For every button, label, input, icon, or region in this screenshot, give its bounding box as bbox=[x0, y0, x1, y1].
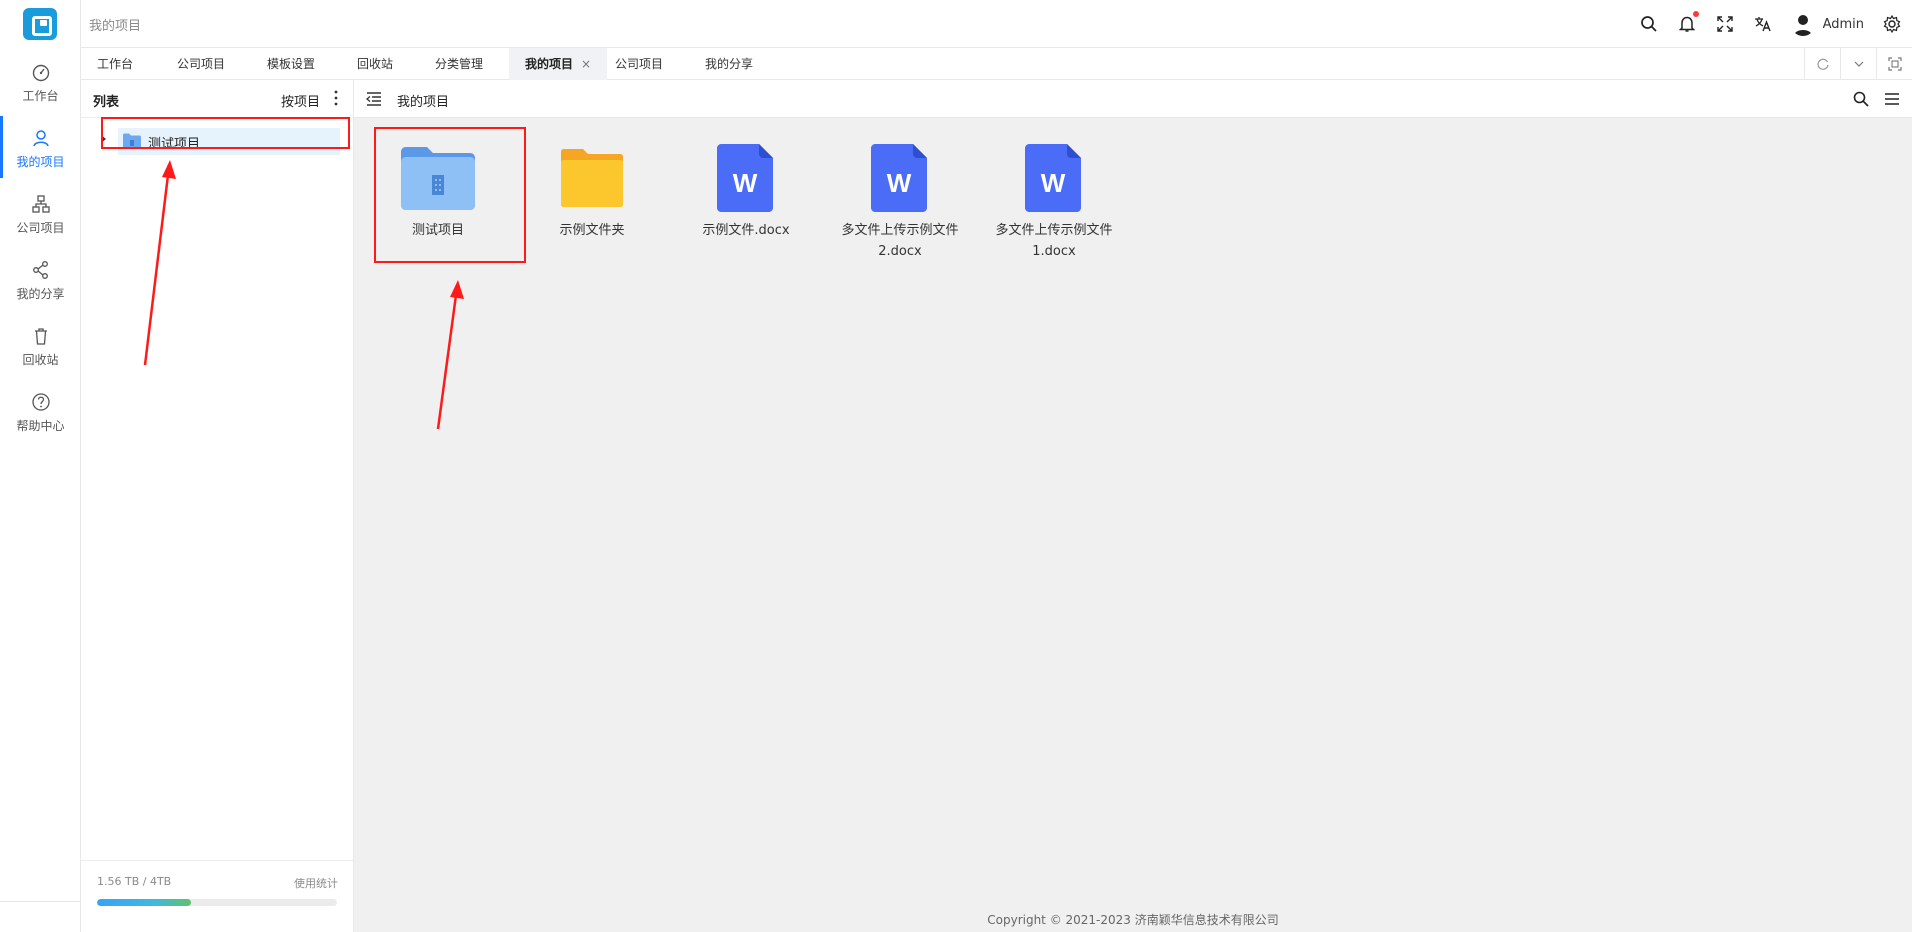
file-item-upload-example-2[interactable]: W 多文件上传示例文件2.docx bbox=[830, 142, 970, 262]
list-title: 列表 bbox=[93, 95, 120, 110]
file-item-upload-example-1[interactable]: W 多文件上传示例文件1.docx bbox=[984, 142, 1124, 262]
word-document-icon: W bbox=[1025, 144, 1081, 212]
list-view-icon[interactable] bbox=[1884, 91, 1900, 107]
file-browser-header: 我的项目 bbox=[354, 80, 1912, 118]
file-browser: 我的项目 测试项目 示例文件夹 W 示例文件.docx W 多文件上传示例文件2… bbox=[354, 80, 1912, 932]
tab-label: 分类管理 bbox=[435, 57, 484, 71]
svg-text:W: W bbox=[733, 168, 758, 198]
tab-label: 回收站 bbox=[357, 57, 394, 71]
storage-progress-fill bbox=[97, 899, 191, 906]
file-item-example-docx[interactable]: W 示例文件.docx bbox=[676, 142, 816, 241]
tab-recycle-bin[interactable]: 回收站 bbox=[341, 48, 409, 80]
more-vertical-icon[interactable] bbox=[332, 89, 340, 107]
copyright-text: Copyright © 2021-2023 济南颖华信息技术有限公司 bbox=[987, 913, 1279, 927]
chevron-down-icon bbox=[1854, 61, 1863, 67]
tab-label: 公司项目 bbox=[177, 57, 226, 71]
usage-stats-link[interactable]: 使用统计 bbox=[294, 875, 338, 891]
list-header: 列表 按项目 bbox=[81, 80, 354, 118]
rail-item-label: 我的分享 bbox=[16, 287, 65, 301]
tab-company-projects[interactable]: 公司项目 bbox=[161, 48, 241, 80]
tab-tools bbox=[1804, 48, 1912, 80]
word-document-icon: W bbox=[871, 144, 927, 212]
tabs-bar: 工作台 公司项目 模板设置 回收站 分类管理 我的项目 × 公司项目 我的分享 bbox=[81, 48, 1912, 80]
maximize-button[interactable] bbox=[1876, 48, 1912, 80]
storage-usage: 1.56 TB / 4TB 使用统计 bbox=[81, 860, 354, 932]
app-logo[interactable] bbox=[23, 8, 57, 40]
tab-label: 模板设置 bbox=[267, 57, 316, 71]
rail-item-my-projects[interactable]: 我的项目 bbox=[0, 116, 81, 178]
bell-icon bbox=[1678, 16, 1695, 32]
refresh-button[interactable] bbox=[1804, 48, 1840, 80]
collapse-sidebar-icon[interactable] bbox=[366, 91, 382, 107]
notification-dot bbox=[1692, 11, 1699, 17]
tab-label: 我的项目 bbox=[525, 57, 574, 71]
tab-label: 我的分享 bbox=[705, 57, 754, 71]
header-actions: Admin bbox=[1639, 10, 1902, 38]
refresh-icon bbox=[1817, 58, 1829, 70]
word-document-icon: W bbox=[717, 144, 773, 212]
close-icon[interactable]: × bbox=[581, 57, 591, 71]
rail-item-label: 我的项目 bbox=[16, 155, 65, 169]
tab-workbench[interactable]: 工作台 bbox=[81, 48, 149, 80]
translate-icon[interactable] bbox=[1753, 14, 1773, 34]
top-header: 我的项目 Admin bbox=[81, 0, 1912, 48]
fullscreen-icon[interactable] bbox=[1715, 14, 1735, 34]
rail-item-company-projects[interactable]: 公司项目 bbox=[0, 182, 81, 244]
sort-by-project-button[interactable]: 按项目 bbox=[281, 91, 320, 110]
tab-category-management[interactable]: 分类管理 bbox=[419, 48, 499, 80]
help-icon bbox=[31, 393, 50, 411]
tab-dropdown-button[interactable] bbox=[1840, 48, 1876, 80]
file-name: 多文件上传示例文件1.docx bbox=[995, 223, 1113, 259]
share-icon bbox=[32, 261, 48, 279]
storage-progress-bar bbox=[97, 899, 337, 906]
page-title: 我的项目 bbox=[397, 95, 450, 110]
org-chart-icon bbox=[31, 195, 50, 213]
rail-divider bbox=[0, 901, 81, 902]
rail-item-label: 工作台 bbox=[22, 89, 59, 103]
tab-template-settings[interactable]: 模板设置 bbox=[251, 48, 331, 80]
notification-bell[interactable] bbox=[1677, 11, 1699, 34]
svg-text:W: W bbox=[887, 168, 912, 198]
file-name: 示例文件夹 bbox=[559, 223, 625, 238]
file-name: 多文件上传示例文件2.docx bbox=[841, 223, 959, 259]
rail-item-help-center[interactable]: 帮助中心 bbox=[0, 380, 81, 442]
tab-my-projects[interactable]: 我的项目 × bbox=[509, 48, 608, 80]
tab-label: 公司项目 bbox=[615, 57, 664, 71]
svg-text:W: W bbox=[1041, 168, 1066, 198]
highlight-box bbox=[101, 117, 350, 149]
avatar[interactable] bbox=[1791, 12, 1815, 36]
tab-company-projects-2[interactable]: 公司项目 bbox=[599, 48, 679, 80]
storage-size-text: 1.56 TB / 4TB bbox=[97, 875, 172, 888]
project-list-panel: 列表 按项目 测试项目 1.56 TB / 4TB 使用统计 bbox=[81, 80, 354, 932]
folder-icon bbox=[561, 149, 623, 207]
maximize-icon bbox=[1887, 57, 1902, 71]
search-icon[interactable] bbox=[1639, 14, 1659, 34]
tab-label: 工作台 bbox=[97, 57, 134, 71]
breadcrumb: 我的项目 bbox=[89, 19, 142, 34]
rail-item-label: 帮助中心 bbox=[16, 419, 65, 433]
dashboard-icon bbox=[32, 64, 49, 82]
rail-item-recycle-bin[interactable]: 回收站 bbox=[0, 314, 81, 376]
trash-icon bbox=[34, 328, 47, 345]
settings-gear-icon[interactable] bbox=[1882, 14, 1902, 34]
tab-my-shares[interactable]: 我的分享 bbox=[689, 48, 769, 80]
side-rail: 工作台 我的项目 公司项目 我的分享 回收站 帮助中心 bbox=[0, 0, 81, 932]
rail-item-workbench[interactable]: 工作台 bbox=[0, 50, 81, 112]
highlight-box bbox=[374, 127, 526, 263]
rail-item-label: 回收站 bbox=[22, 353, 59, 367]
file-item-example-folder[interactable]: 示例文件夹 bbox=[522, 142, 662, 241]
search-icon[interactable] bbox=[1852, 90, 1870, 108]
rail-item-label: 公司项目 bbox=[16, 221, 65, 235]
rail-item-my-shares[interactable]: 我的分享 bbox=[0, 248, 81, 310]
user-icon bbox=[32, 130, 49, 147]
file-name: 示例文件.docx bbox=[702, 223, 790, 238]
user-name[interactable]: Admin bbox=[1823, 17, 1864, 32]
